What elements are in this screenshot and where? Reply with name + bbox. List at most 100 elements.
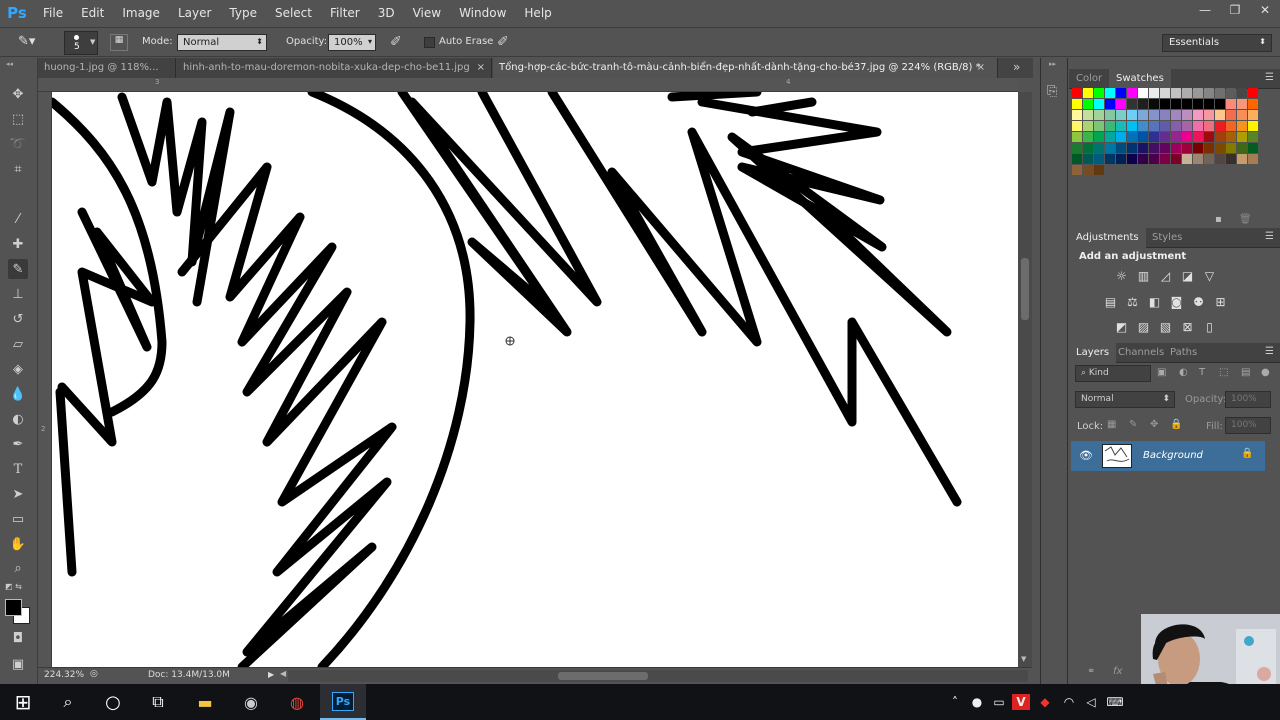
swatch[interactable] xyxy=(1083,165,1093,175)
dodge-tool-icon[interactable]: ◐ xyxy=(8,409,28,429)
swatch[interactable] xyxy=(1215,88,1225,98)
swatch[interactable] xyxy=(1072,121,1082,131)
tray-overflow-icon[interactable]: ˄ xyxy=(946,694,964,710)
tab-adjustments[interactable]: Adjustments xyxy=(1069,228,1146,248)
swatch[interactable] xyxy=(1083,110,1093,120)
swatch[interactable] xyxy=(1182,99,1192,109)
swatch[interactable] xyxy=(1105,143,1115,153)
swatch[interactable] xyxy=(1171,132,1181,142)
swatch[interactable] xyxy=(1116,99,1126,109)
menu-help[interactable]: Help xyxy=(515,0,560,26)
swatch[interactable] xyxy=(1215,154,1225,164)
close-button[interactable]: ✕ xyxy=(1250,0,1280,20)
swatch[interactable] xyxy=(1094,110,1104,120)
brush-size-picker[interactable]: 5 ▼ xyxy=(64,31,98,55)
filter-type-icon[interactable]: T xyxy=(1199,367,1205,378)
vibrance-icon[interactable]: ▤ xyxy=(1102,294,1119,309)
swatch[interactable] xyxy=(1138,132,1148,142)
file-explorer-icon[interactable]: ▬ xyxy=(182,684,228,720)
swatch[interactable] xyxy=(1171,154,1181,164)
swatch[interactable] xyxy=(1105,154,1115,164)
menu-view[interactable]: View xyxy=(404,0,450,26)
swatch[interactable] xyxy=(1182,110,1192,120)
layer-kind-filter[interactable]: ⌕ Kind xyxy=(1075,365,1151,382)
swatch[interactable] xyxy=(1072,132,1082,142)
swatch[interactable] xyxy=(1160,132,1170,142)
swatch[interactable] xyxy=(1094,99,1104,109)
swatch[interactable] xyxy=(1083,99,1093,109)
blur-tool-icon[interactable]: 💧 xyxy=(8,384,28,404)
swatch[interactable] xyxy=(1248,143,1258,153)
eraser-tool-icon[interactable]: ▱ xyxy=(8,334,28,354)
quick-mask-icon[interactable]: ◘ xyxy=(8,628,28,648)
swatch[interactable] xyxy=(1171,88,1181,98)
horizontal-scrollbar[interactable]: ◀ xyxy=(280,669,1028,682)
fx-icon[interactable]: fx xyxy=(1113,666,1122,677)
brightness-contrast-icon[interactable]: ☼ xyxy=(1113,268,1130,283)
menu-image[interactable]: Image xyxy=(113,0,169,26)
menu-type[interactable]: Type xyxy=(220,0,266,26)
swatch[interactable] xyxy=(1149,99,1159,109)
swatch[interactable] xyxy=(1116,154,1126,164)
swatch[interactable] xyxy=(1248,99,1258,109)
zoom-tool-icon[interactable]: ⌕ xyxy=(8,558,28,578)
default-colors-icon[interactable]: ◩ ⇆ xyxy=(5,582,22,591)
tab-layers[interactable]: Layers xyxy=(1069,343,1117,363)
swatch[interactable] xyxy=(1215,121,1225,131)
swatch[interactable] xyxy=(1116,88,1126,98)
swatch[interactable] xyxy=(1083,88,1093,98)
swatch[interactable] xyxy=(1193,99,1203,109)
swatch[interactable] xyxy=(1083,132,1093,142)
swatch[interactable] xyxy=(1237,132,1247,142)
swatch[interactable] xyxy=(1237,99,1247,109)
swatch[interactable] xyxy=(1105,132,1115,142)
swatch[interactable] xyxy=(1204,88,1214,98)
photoshop-taskbar-icon[interactable]: Ps xyxy=(320,684,366,720)
swatch[interactable] xyxy=(1237,143,1247,153)
layer-row-background[interactable]: 👁 Background 🔒 xyxy=(1071,441,1265,471)
status-info-icon[interactable]: ◎ xyxy=(90,669,98,679)
selective-color-icon[interactable]: ⊠ xyxy=(1179,319,1196,334)
document-canvas[interactable] xyxy=(52,92,1018,667)
swatch[interactable] xyxy=(1226,143,1236,153)
swatch[interactable] xyxy=(1072,154,1082,164)
swatch[interactable] xyxy=(1215,99,1225,109)
swatch[interactable] xyxy=(1094,121,1104,131)
tab-document-1[interactable]: huong-1.jpg @ 118%... xyxy=(38,58,176,78)
hue-saturation-icon[interactable]: ⚖ xyxy=(1124,294,1141,309)
swatch[interactable] xyxy=(1072,110,1082,120)
invert-icon[interactable]: ◩ xyxy=(1113,319,1130,334)
swatch[interactable] xyxy=(1138,88,1148,98)
menu-select[interactable]: Select xyxy=(266,0,321,26)
swatch[interactable] xyxy=(1204,110,1214,120)
panel-menu-icon[interactable]: ☰ xyxy=(1265,231,1274,242)
brush-panel-toggle-icon[interactable]: ▦ xyxy=(110,34,128,51)
restore-button[interactable]: ❐ xyxy=(1220,0,1250,20)
swatch[interactable] xyxy=(1160,121,1170,131)
scroll-left-icon[interactable]: ◀ xyxy=(280,669,286,678)
panel-menu-icon[interactable]: ☰ xyxy=(1265,346,1274,357)
swatch[interactable] xyxy=(1171,99,1181,109)
start-icon[interactable]: ⊞ xyxy=(0,684,46,720)
channel-mixer-icon[interactable]: ⊞ xyxy=(1212,294,1229,309)
tab-swatches[interactable]: Swatches xyxy=(1109,69,1171,89)
menu-edit[interactable]: Edit xyxy=(72,0,113,26)
swatch[interactable] xyxy=(1193,143,1203,153)
tab-document-2[interactable]: hinh-anh-to-mau-doremon-nobita-xuka-dep-… xyxy=(177,58,492,78)
swatch[interactable] xyxy=(1116,121,1126,131)
search-icon[interactable]: ⌕ xyxy=(45,684,91,720)
status-menu-arrow-icon[interactable]: ▶ xyxy=(268,670,274,679)
swatch[interactable] xyxy=(1149,121,1159,131)
blend-mode-dropdown[interactable]: Normal ⬍ xyxy=(1075,391,1175,408)
panel-collapse-icon[interactable]: ▸▸ xyxy=(1049,60,1056,68)
swatch[interactable] xyxy=(1182,154,1192,164)
swatch[interactable] xyxy=(1171,110,1181,120)
path-selection-tool-icon[interactable]: ➤ xyxy=(8,484,28,504)
swatch[interactable] xyxy=(1193,110,1203,120)
marquee-tool-icon[interactable]: ⬚ xyxy=(8,109,28,129)
swatch[interactable] xyxy=(1083,121,1093,131)
filter-shape-icon[interactable]: ⬚ xyxy=(1219,367,1228,378)
swatch[interactable] xyxy=(1226,110,1236,120)
swatch[interactable] xyxy=(1138,121,1148,131)
lasso-tool-icon[interactable]: ➰ xyxy=(8,134,28,154)
